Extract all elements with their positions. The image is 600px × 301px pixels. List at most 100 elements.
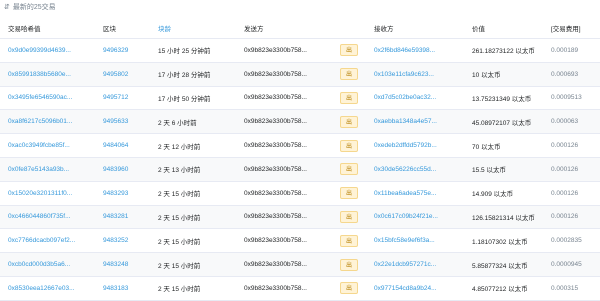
block-number-link[interactable]: 9483293 (103, 190, 128, 197)
direction-badge-cell: 出 (332, 109, 366, 135)
table-row: 0xac0c3949fcbe85f... 9484064 2 天 12 小时前 0x9… (0, 133, 600, 158)
to-address-link-cell: 0x103e11cfa9c623... (366, 62, 464, 87)
tx-value-cell: 70 以太币 (464, 133, 543, 158)
col-header-hash: 交易哈希值 (0, 18, 95, 39)
tx-value: 5.85877324 以太币 (472, 262, 528, 270)
direction-badge: 出 (340, 139, 358, 152)
from-address-cell: 0x9b823e3300b758... (236, 252, 332, 277)
to-address-link[interactable]: 0x15bfc58e9ef6f3a... (374, 237, 435, 244)
tx-age: 2 天 6 小时前 (158, 119, 197, 127)
to-address-link[interactable]: 0x22e1dcb957271c... (374, 261, 436, 268)
from-address: 0x9b823e3300b758... (244, 189, 307, 197)
tx-age: 17 小时 28 分钟前 (158, 72, 211, 80)
tx-age: 2 天 15 小时前 (158, 214, 201, 222)
tx-value: 14.909 以太币 (472, 191, 514, 199)
tx-hash-link-cell: 0x3495fe6546590ac... (0, 86, 95, 111)
to-address-link[interactable]: 0xedeb2dffdd5792b... (374, 142, 437, 149)
direction-badge-cell: 出 (332, 228, 366, 254)
from-address-cell: 0x9b823e3300b758... (236, 62, 332, 87)
tx-value: 13.75231349 以太币 (472, 95, 532, 103)
tx-hash-link-cell: 0xa8f6217c5096b01... (0, 109, 95, 135)
tx-fee-cell: 0.000126 (543, 181, 600, 206)
from-address-cell: 0x9b823e3300b758... (236, 205, 332, 230)
from-address: 0x9b823e3300b758... (244, 237, 307, 245)
tx-value-cell: 1.18107302 以太币 (464, 228, 543, 254)
block-number-link[interactable]: 9483183 (103, 285, 128, 292)
tx-fee: 0.0009513 (551, 94, 582, 102)
tx-fee: 0.000315 (551, 284, 579, 292)
block-number-link[interactable]: 9484064 (103, 142, 128, 149)
tx-hash-link[interactable]: 0xcb0cd000d3b5a6... (8, 261, 70, 268)
table-caption: ⇵ 最新的25交易 (0, 0, 600, 14)
block-number-link[interactable]: 9483281 (103, 213, 128, 220)
tx-hash-link-cell: 0x9d0e99399d4639... (0, 38, 95, 63)
tx-age: 2 天 15 小时前 (158, 191, 201, 199)
tx-hash-link-cell: 0x0fe87e5143a93b... (0, 157, 95, 182)
tx-hash-link[interactable]: 0x15020e3201311f0... (8, 190, 72, 197)
tx-fee: 0.000126 (551, 142, 579, 150)
tx-hash-link[interactable]: 0xc466044860f735f... (8, 213, 71, 220)
to-address-link[interactable]: 0xd7d5c02be0ac32... (374, 94, 436, 101)
block-number-link[interactable]: 9483252 (103, 237, 128, 244)
table-header-row: 交易哈希值 区块 块龄 发送方 接收方 价值 [交易费用] (0, 18, 600, 39)
tx-value-cell: 126.15821314 以太币 (464, 205, 543, 230)
tx-hash-link[interactable]: 0xc7766dcacb097ef2... (8, 237, 75, 244)
to-address-link[interactable]: 0x2f6bd846e59398... (374, 47, 435, 54)
direction-badge: 出 (340, 68, 358, 81)
direction-badge-cell: 出 (332, 157, 366, 182)
tx-hash-link[interactable]: 0x8530eea12667e03... (8, 285, 75, 292)
tx-hash-link[interactable]: 0xa8f6217c5096b01... (8, 118, 72, 125)
tx-hash-link[interactable]: 0x0fe87e5143a93b... (8, 166, 69, 173)
table-row: 0x8530eea12667e03... 9483183 2 天 15 小时前 0x9… (0, 276, 600, 301)
to-address-link[interactable]: 0x977154cd8a9b24... (374, 285, 437, 292)
to-address-link[interactable]: 0x103e11cfa9c623... (374, 71, 434, 78)
from-address-cell: 0x9b823e3300b758... (236, 133, 332, 158)
from-address: 0x9b823e3300b758... (244, 142, 307, 150)
from-address-cell: 0x9b823e3300b758... (236, 181, 332, 206)
block-number-link-cell: 9495633 (95, 109, 150, 135)
to-address-link[interactable]: 0xaebba1348a4e57... (374, 118, 437, 125)
col-header-value: 价值 (464, 18, 543, 39)
to-address-link[interactable]: 0x11bea6adea575e... (374, 190, 436, 197)
col-header-block: 区块 (95, 18, 150, 39)
from-address-cell: 0x9b823e3300b758... (236, 109, 332, 135)
block-number-link[interactable]: 9483960 (103, 166, 128, 173)
direction-badge: 出 (340, 234, 358, 247)
direction-badge-cell: 出 (332, 181, 366, 206)
block-number-link[interactable]: 9495712 (103, 94, 128, 101)
from-address-cell: 0x9b823e3300b758... (236, 86, 332, 111)
to-address-link[interactable]: 0x30de56226cc55d... (374, 166, 436, 173)
tx-age-cell: 2 天 15 小时前 (150, 228, 236, 254)
to-address-link[interactable]: 0x0c617c09b24f21e... (374, 213, 438, 220)
tx-age: 2 天 12 小时前 (158, 143, 201, 151)
tx-fee: 0.0002835 (551, 237, 582, 245)
table-row: 0x85991838b5680e... 9495802 17 小时 28 分钟前 0x… (0, 62, 600, 87)
tx-value: 45.08972107 以太币 (472, 119, 532, 127)
tx-fee-cell: 0.000315 (543, 276, 600, 301)
block-number-link[interactable]: 9483248 (103, 261, 128, 268)
tx-value: 126.15821314 以太币 (472, 214, 535, 222)
from-address: 0x9b823e3300b758... (244, 70, 307, 78)
block-number-link[interactable]: 9495802 (103, 71, 128, 78)
block-number-link[interactable]: 9496329 (103, 47, 128, 54)
direction-badge: 出 (340, 44, 358, 57)
tx-age: 2 天 15 小时前 (158, 238, 201, 246)
tx-value-cell: 45.08972107 以太币 (464, 109, 543, 135)
block-number-link[interactable]: 9495633 (103, 118, 128, 125)
tx-fee-cell: 0.0002835 (543, 228, 600, 254)
tx-hash-link[interactable]: 0x85991838b5680e... (8, 71, 71, 78)
tx-hash-link[interactable]: 0x9d0e99399d4639... (8, 47, 71, 54)
tx-age-cell: 2 天 15 小时前 (150, 205, 236, 230)
tx-age-cell: 2 天 6 小时前 (150, 109, 236, 135)
tx-age-cell: 2 天 12 小时前 (150, 133, 236, 158)
to-address-link-cell: 0x11bea6adea575e... (366, 181, 464, 206)
tx-hash-link[interactable]: 0xac0c3949fcbe85f... (8, 142, 70, 149)
from-address: 0x9b823e3300b758... (244, 94, 307, 102)
tx-hash-link-cell: 0x85991838b5680e... (0, 62, 95, 87)
tx-hash-link[interactable]: 0x3495fe6546590ac... (8, 94, 72, 101)
tx-fee: 0.000693 (551, 70, 579, 78)
to-address-link-cell: 0x0c617c09b24f21e... (366, 205, 464, 230)
to-address-link-cell: 0x22e1dcb957271c... (366, 252, 464, 277)
col-header-age[interactable]: 块龄 (150, 18, 236, 39)
tx-age-cell: 2 天 13 小时前 (150, 157, 236, 182)
